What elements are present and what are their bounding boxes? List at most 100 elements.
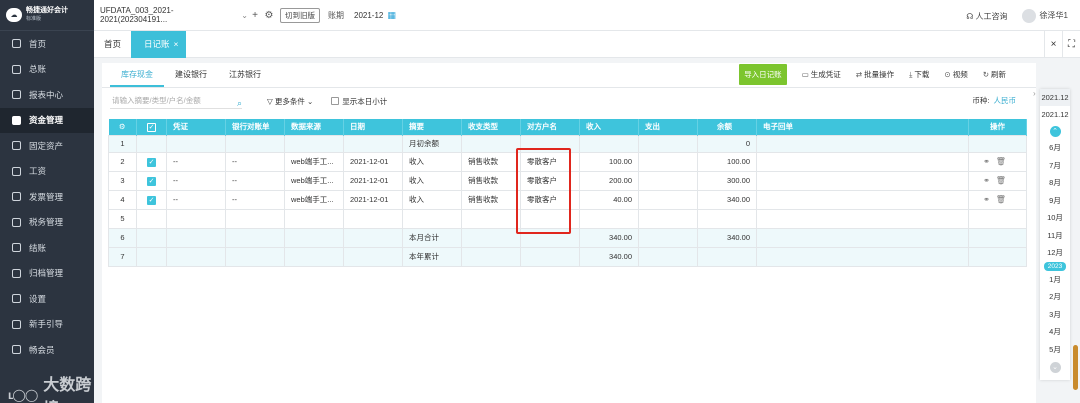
- cell-income[interactable]: 100.00: [579, 151, 639, 172]
- chevron-up-icon[interactable]: ⌃: [1049, 126, 1061, 137]
- refresh-button[interactable]: ↻ 刷新: [983, 69, 1006, 80]
- delete-icon[interactable]: 🗑: [996, 195, 1012, 204]
- download-button[interactable]: ⤓ 下载: [909, 69, 929, 80]
- gear-icon[interactable]: ⚙: [262, 10, 276, 21]
- cell-no[interactable]: 3: [108, 170, 137, 191]
- cell-receipt[interactable]: [756, 170, 969, 191]
- cell-summary[interactable]: 收入: [402, 170, 462, 191]
- add-icon[interactable]: +: [248, 10, 262, 21]
- month-item[interactable]: 6月: [1040, 139, 1070, 157]
- sidebar-item-5[interactable]: 固定资产: [0, 133, 94, 159]
- cell-expense[interactable]: [638, 151, 698, 172]
- cell-no[interactable]: 2: [108, 151, 137, 172]
- search-icon[interactable]: ⌕: [237, 95, 242, 111]
- month-item[interactable]: 11月: [1040, 227, 1070, 245]
- month-item[interactable]: 8月: [1040, 174, 1070, 192]
- cell-receipt[interactable]: [756, 189, 969, 210]
- cell-no[interactable]: 4: [108, 189, 137, 210]
- more-conditions-dropdown[interactable]: ▽ 更多条件 ⌄: [267, 96, 313, 107]
- cell-expense[interactable]: [638, 208, 698, 229]
- month-item[interactable]: 3月: [1040, 306, 1070, 324]
- month-item[interactable]: 1月: [1040, 271, 1070, 289]
- link-icon[interactable]: ⚭: [983, 176, 996, 185]
- cell-balance[interactable]: [697, 208, 757, 229]
- cell-balance[interactable]: 100.00: [697, 151, 757, 172]
- row-checkbox[interactable]: ✓: [147, 157, 156, 167]
- delete-icon[interactable]: 🗑: [996, 176, 1012, 185]
- cell-ops[interactable]: ⚭🗑: [968, 170, 1027, 191]
- cell-source[interactable]: web端手工...: [284, 170, 344, 191]
- video-button[interactable]: ⊙ 视频: [944, 69, 967, 80]
- currency-selector[interactable]: 币种: 人民币: [972, 95, 1016, 106]
- gear-icon[interactable]: ⚙: [119, 122, 126, 131]
- table-row[interactable]: 7 本年累计 340.00: [108, 246, 1027, 267]
- cell-summary[interactable]: 收入: [402, 189, 462, 210]
- sidebar-item-9[interactable]: 结账: [0, 235, 94, 261]
- month-item[interactable]: 10月: [1040, 209, 1070, 227]
- cell-summary[interactable]: 收入: [402, 151, 462, 172]
- cell-category[interactable]: [461, 208, 521, 229]
- search-input[interactable]: 请输入摘要/类型/户名/金额 ⌕: [110, 93, 242, 109]
- cell-receipt[interactable]: [756, 208, 969, 229]
- cell-bank[interactable]: --: [225, 170, 285, 191]
- sidebar-item-13[interactable]: 畅会员: [0, 337, 94, 363]
- cell-voucher[interactable]: --: [166, 189, 226, 210]
- subtab-cash[interactable]: 库存现金: [110, 63, 164, 87]
- cell-date[interactable]: 2021-12-01: [343, 151, 403, 172]
- month-item[interactable]: 12月: [1040, 244, 1070, 262]
- sidebar-item-8[interactable]: 税务管理: [0, 210, 94, 236]
- period-value[interactable]: 2021-12: [354, 11, 383, 20]
- scroll-handle[interactable]: [1073, 345, 1078, 390]
- cell-check[interactable]: ✓: [136, 151, 167, 172]
- cell-balance[interactable]: 340.00: [697, 189, 757, 210]
- cell-date[interactable]: 2021-12-01: [343, 189, 403, 210]
- sidebar-item-11[interactable]: 设置: [0, 286, 94, 312]
- close-icon[interactable]: ×: [174, 39, 179, 49]
- cell-date[interactable]: 2021-12-01: [343, 170, 403, 191]
- cell-summary[interactable]: [402, 208, 462, 229]
- cell-expense[interactable]: [638, 170, 698, 191]
- cell-expense[interactable]: [638, 189, 698, 210]
- cell-check[interactable]: ✓: [136, 170, 167, 191]
- daily-subtotal-checkbox[interactable]: [331, 97, 340, 105]
- sidebar-item-3[interactable]: 报表中心: [0, 82, 94, 108]
- sidebar-item-10[interactable]: 归档管理: [0, 261, 94, 287]
- cell-ops[interactable]: ⚭🗑: [968, 189, 1027, 210]
- customer-service-link[interactable]: ☊ 人工咨询: [966, 11, 1007, 22]
- daily-subtotal-toggle[interactable]: 显示本日小计: [331, 96, 387, 107]
- subtab-jsbank[interactable]: 江苏银行: [218, 63, 272, 87]
- cell-category[interactable]: 销售收款: [461, 151, 521, 172]
- period-year-item[interactable]: 2021.12: [1040, 106, 1070, 123]
- cell-voucher[interactable]: --: [166, 170, 226, 191]
- cell-source[interactable]: web端手工...: [284, 189, 344, 210]
- tab-home[interactable]: 首页: [104, 31, 121, 58]
- generate-voucher-button[interactable]: ▭ 生成凭证: [802, 69, 841, 80]
- month-item[interactable]: 2月: [1040, 288, 1070, 306]
- cell-receipt[interactable]: [756, 151, 969, 172]
- sidebar-item-4[interactable]: 资金管理: [0, 107, 94, 133]
- delete-icon[interactable]: 🗑: [996, 157, 1012, 166]
- select-all-checkbox[interactable]: ✓: [147, 122, 156, 132]
- cell-source[interactable]: web端手工...: [284, 151, 344, 172]
- fullscreen-icon[interactable]: ⛶: [1062, 31, 1080, 58]
- month-item[interactable]: 9月: [1040, 192, 1070, 210]
- cell-voucher[interactable]: [166, 208, 226, 229]
- cell-check[interactable]: [136, 208, 167, 229]
- chevron-down-icon[interactable]: ⌄: [1049, 362, 1061, 373]
- month-item[interactable]: 4月: [1040, 323, 1070, 341]
- cell-source[interactable]: [284, 208, 344, 229]
- switch-old-version-button[interactable]: 切到旧版: [280, 7, 320, 23]
- cell-income[interactable]: 40.00: [579, 189, 639, 210]
- user-menu[interactable]: 徐泽华1: [1021, 9, 1068, 23]
- batch-operation-button[interactable]: ⇄ 批量操作: [856, 69, 894, 80]
- app-logo[interactable]: ☁ 畅捷通好会计 标准版: [0, 0, 94, 31]
- row-checkbox[interactable]: ✓: [147, 176, 156, 186]
- cell-bank[interactable]: --: [225, 151, 285, 172]
- subtab-ccb[interactable]: 建设银行: [164, 63, 218, 87]
- month-item[interactable]: 5月: [1040, 341, 1070, 359]
- close-all-icon[interactable]: ×: [1044, 31, 1062, 58]
- cell-date[interactable]: [343, 208, 403, 229]
- cell-check[interactable]: ✓: [136, 189, 167, 210]
- cell-ops[interactable]: ⚭🗑: [968, 151, 1027, 172]
- cell-category[interactable]: 销售收款: [461, 189, 521, 210]
